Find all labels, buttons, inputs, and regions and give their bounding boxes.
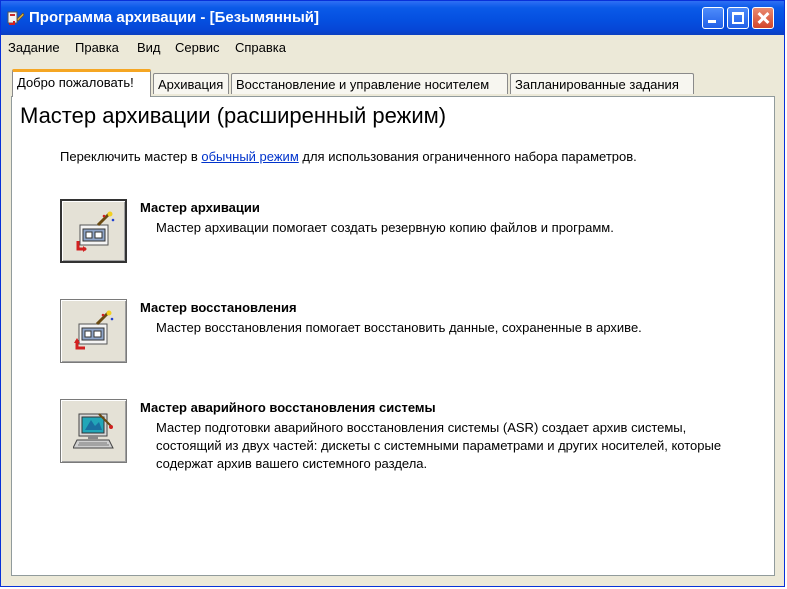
- title-bar[interactable]: Программа архивации - [Безымянный]: [1, 1, 784, 35]
- tab-backup[interactable]: Архивация: [153, 73, 229, 94]
- backup-app-icon: [7, 11, 25, 25]
- asr-wizard-title[interactable]: Мастер аварийного восстановления системы: [140, 400, 436, 415]
- maximize-button[interactable]: [727, 7, 749, 29]
- minimize-button[interactable]: [702, 7, 724, 29]
- tab-welcome[interactable]: Добро пожаловать!: [12, 69, 151, 97]
- backup-wizard-description: Мастер архивации помогает создать резерв…: [156, 220, 614, 235]
- close-button[interactable]: [752, 7, 774, 29]
- page-title: Мастер архивации (расширенный режим): [20, 103, 447, 128]
- asr-description-line: Мастер подготовки аварийного восстановле…: [156, 420, 687, 435]
- asr-wizard-button[interactable]: [60, 399, 127, 463]
- backup-wizard-button[interactable]: [60, 199, 127, 263]
- asr-wizard-icon: [73, 413, 114, 449]
- asr-description-line: состоящий из двух частей: дискеты с сист…: [156, 438, 722, 453]
- intro-text-before: Переключить мастер в: [60, 149, 202, 164]
- backup-wizard-title[interactable]: Мастер архивации: [140, 200, 260, 215]
- tab-scheduled-jobs[interactable]: Запланированные задания: [510, 73, 694, 94]
- window-title: Программа архивации - [Безымянный]: [29, 9, 319, 26]
- menu-edit[interactable]: Правка: [75, 40, 119, 55]
- restore-wizard-icon: [74, 310, 114, 350]
- menu-view[interactable]: Вид: [137, 40, 161, 55]
- restore-wizard-title[interactable]: Мастер восстановления: [140, 300, 297, 315]
- menu-help[interactable]: Справка: [235, 40, 286, 55]
- menu-job[interactable]: Задание: [8, 40, 60, 55]
- asr-description-line: содержат архив вашего системного раздела…: [156, 456, 428, 471]
- menu-bar: Задание Правка Вид Сервис Справка: [1, 36, 784, 58]
- asr-wizard-description: Мастер подготовки аварийного восстановле…: [156, 419, 721, 473]
- menu-tools[interactable]: Сервис: [175, 40, 220, 55]
- backup-wizard-icon: [76, 211, 115, 252]
- restore-wizard-button[interactable]: [60, 299, 127, 363]
- mode-switch-text: Переключить мастер в обычный режим для и…: [60, 149, 637, 164]
- tab-restore[interactable]: Восстановление и управление носителем: [231, 73, 508, 94]
- welcome-panel: Мастер архивации (расширенный режим) Пер…: [11, 96, 775, 576]
- tab-strip: Добро пожаловать! Архивация Восстановлен…: [1, 67, 784, 97]
- app-window: Программа архивации - [Безымянный] Задан…: [0, 0, 785, 587]
- intro-text-after: для использования ограниченного набора п…: [298, 149, 637, 164]
- basic-mode-link[interactable]: обычный режим: [201, 149, 298, 164]
- restore-wizard-description: Мастер восстановления помогает восстанов…: [156, 320, 642, 335]
